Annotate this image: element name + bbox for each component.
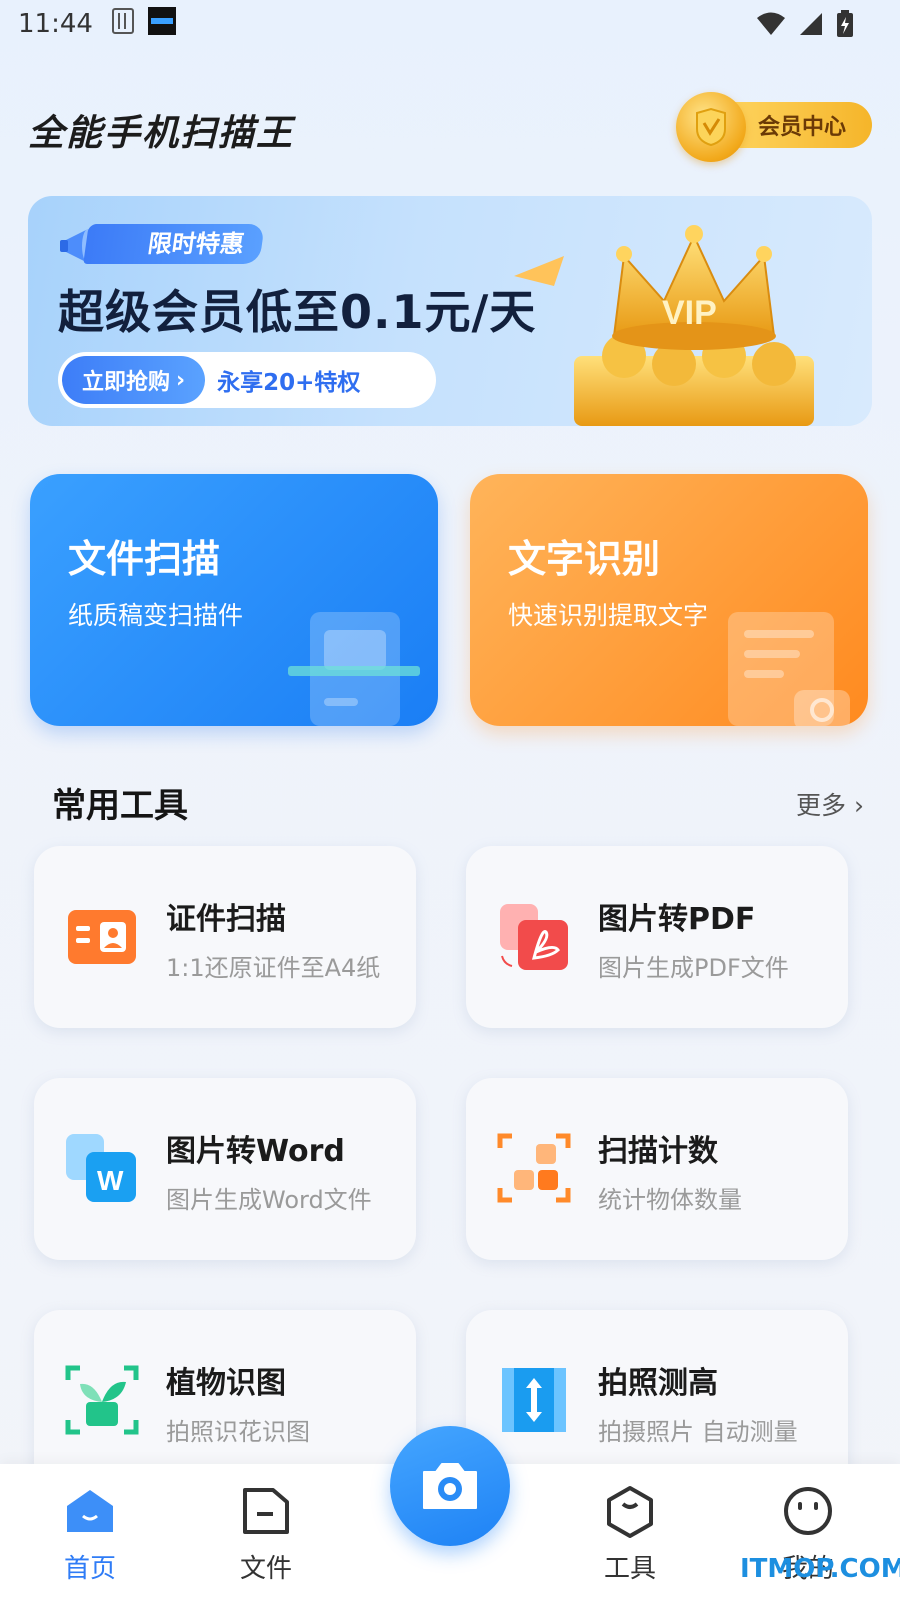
tool-name: 扫描计数 bbox=[598, 1134, 718, 1169]
promo-cta-container: 立即抢购 › 永享20+特权 bbox=[58, 352, 436, 408]
tool-name: 证件扫描 bbox=[166, 902, 286, 937]
tab-home[interactable]: 首页 bbox=[40, 1484, 140, 1585]
tool-desc: 图片生成Word文件 bbox=[166, 1186, 372, 1214]
tool-desc: 统计物体数量 bbox=[598, 1186, 742, 1214]
tool-name: 拍照测高 bbox=[598, 1366, 718, 1401]
promo-banner[interactable]: 限时特惠 超级会员低至0.1元/天 立即抢购 › 永享20+特权 VIP bbox=[28, 196, 872, 426]
tab-home-label: 首页 bbox=[63, 1554, 116, 1584]
more-tools-link[interactable]: 更多 › bbox=[796, 786, 864, 822]
document-scan-icon bbox=[288, 612, 420, 726]
status-time: 11:44 bbox=[18, 9, 93, 39]
file-scan-card[interactable]: 文件扫描 纸质稿变扫描件 bbox=[30, 474, 438, 726]
text-recognition-subtitle: 快速识别提取文字 bbox=[508, 601, 709, 630]
image-to-word-icon: W bbox=[66, 1134, 136, 1202]
text-document-icon bbox=[728, 612, 850, 726]
app-title: 全能手机扫描王 bbox=[28, 113, 295, 154]
image-to-pdf-icon bbox=[500, 904, 568, 970]
camera-capture-button[interactable] bbox=[390, 1426, 510, 1546]
vip-center-button[interactable]: 会员中心 bbox=[676, 92, 872, 162]
tools-hexagon-icon bbox=[607, 1486, 653, 1538]
signal-icon bbox=[798, 11, 824, 44]
vip-badge-icon bbox=[676, 92, 746, 162]
tool-desc: 拍摄照片 自动测量 bbox=[598, 1418, 798, 1446]
status-bar: 11:44 bbox=[0, 0, 900, 48]
tool-desc: 拍照识花识图 bbox=[166, 1418, 310, 1446]
status-right-icons bbox=[756, 10, 854, 45]
tool-id-scan[interactable]: 证件扫描 1:1还原证件至A4纸 bbox=[34, 846, 416, 1028]
scan-count-icon bbox=[497, 1133, 571, 1203]
tab-files-label: 文件 bbox=[239, 1554, 292, 1584]
tool-name: 图片转PDF bbox=[598, 902, 756, 937]
screen-monitor-icon bbox=[147, 6, 177, 43]
profile-face-icon bbox=[784, 1487, 832, 1535]
promo-headline: 超级会员低至0.1元/天 bbox=[58, 285, 537, 339]
home-icon bbox=[67, 1490, 113, 1532]
watermark: ITMOP.COM bbox=[740, 1554, 900, 1584]
tab-tools[interactable]: 工具 bbox=[580, 1484, 680, 1585]
battery-charging-icon bbox=[836, 10, 854, 45]
camera-icon bbox=[423, 1463, 477, 1509]
height-measure-icon bbox=[502, 1368, 566, 1432]
tool-desc: 1:1还原证件至A4纸 bbox=[166, 954, 381, 982]
tab-tools-label: 工具 bbox=[603, 1554, 656, 1584]
plant-scan-icon bbox=[65, 1365, 139, 1435]
section-title-common-tools: 常用工具 bbox=[52, 786, 188, 826]
buy-now-button[interactable]: 立即抢购 › bbox=[62, 356, 206, 404]
promo-tag: 限时特惠 bbox=[83, 224, 265, 264]
tool-image-to-word[interactable]: W 图片转Word 图片生成Word文件 bbox=[34, 1078, 416, 1260]
file-scan-title: 文件扫描 bbox=[68, 537, 221, 581]
tool-desc: 图片生成PDF文件 bbox=[598, 954, 789, 982]
wifi-icon bbox=[756, 11, 786, 44]
file-scan-subtitle: 纸质稿变扫描件 bbox=[68, 601, 244, 630]
tool-name: 植物识图 bbox=[166, 1366, 286, 1401]
tab-files[interactable]: 文件 bbox=[216, 1484, 316, 1585]
tool-image-to-pdf[interactable]: 图片转PDF 图片生成PDF文件 bbox=[466, 846, 848, 1028]
tool-scan-count[interactable]: 扫描计数 统计物体数量 bbox=[466, 1078, 848, 1260]
svg-text:W: W bbox=[97, 1165, 124, 1196]
folder-icon bbox=[243, 1488, 289, 1534]
sim-card-icon bbox=[111, 7, 137, 42]
chevron-right-icon: › bbox=[176, 367, 186, 393]
vip-crown-illustration: VIP bbox=[514, 225, 814, 426]
buy-now-label: 立即抢购 bbox=[82, 370, 171, 395]
tool-name: 图片转Word bbox=[166, 1134, 345, 1169]
promo-benefit-note: 永享20+特权 bbox=[217, 370, 361, 396]
id-card-icon bbox=[68, 910, 136, 964]
text-recognition-title: 文字识别 bbox=[508, 537, 661, 581]
svg-text:VIP: VIP bbox=[662, 294, 717, 332]
text-recognition-card[interactable]: 文字识别 快速识别提取文字 bbox=[470, 474, 868, 726]
